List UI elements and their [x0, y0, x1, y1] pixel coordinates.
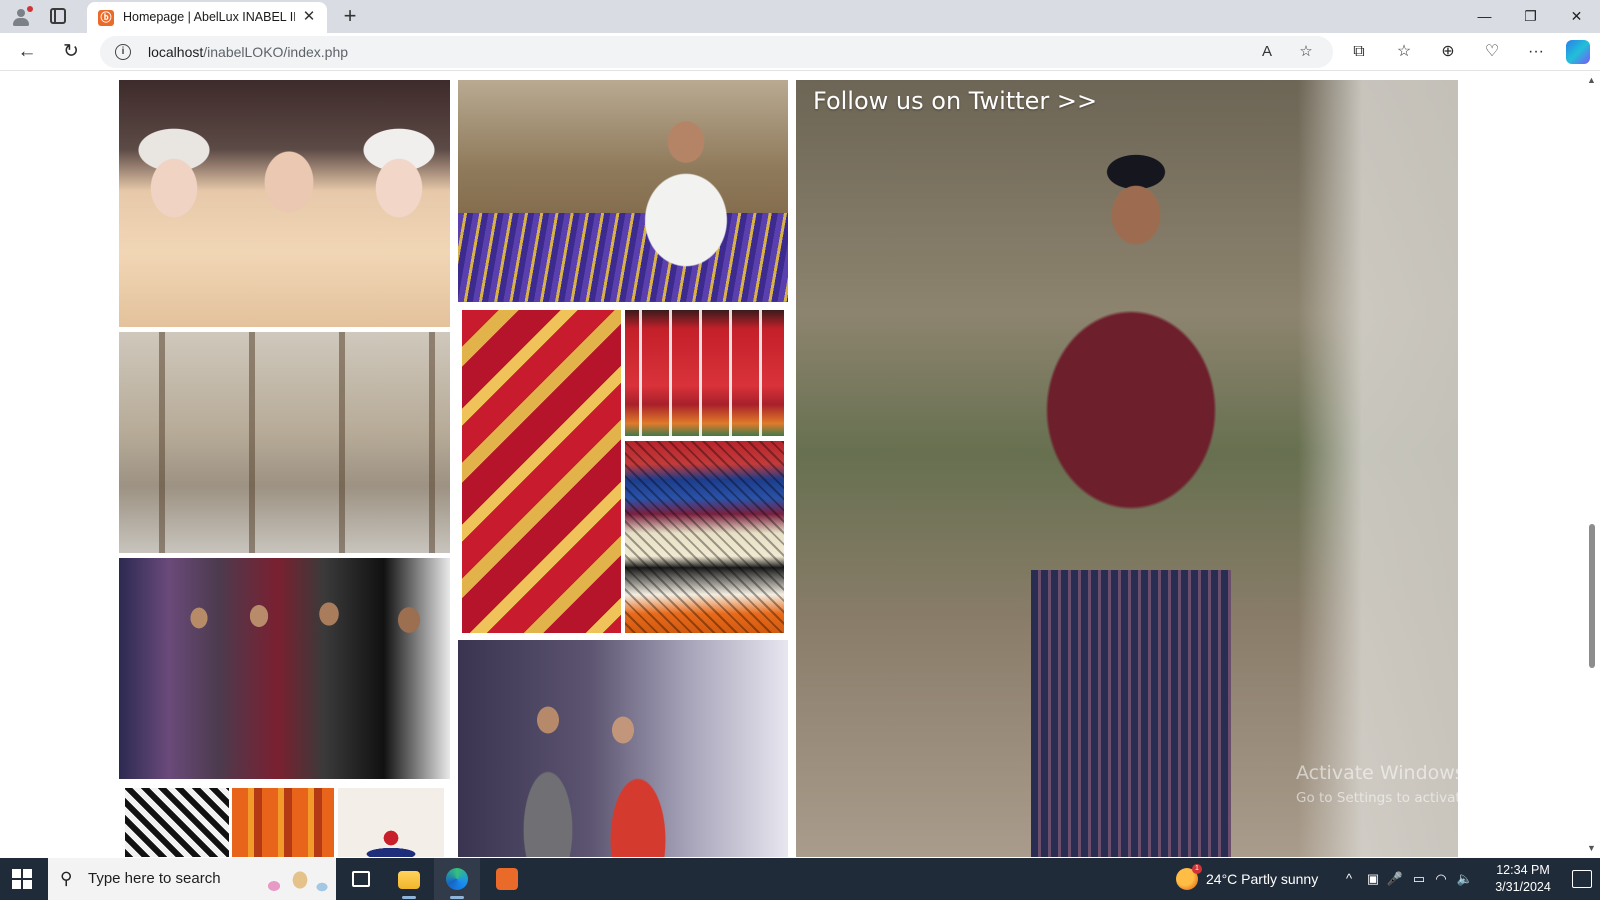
taskbar-clock[interactable]: 12:34 PM 3/31/2024 — [1480, 862, 1566, 896]
profile-icon[interactable] — [10, 6, 33, 28]
site-info-icon[interactable]: i — [115, 44, 131, 60]
favorites-icon[interactable]: ☆ — [1392, 40, 1416, 64]
show-hidden-icons-icon[interactable]: ^ — [1340, 870, 1358, 888]
gallery-photo-pattern-1[interactable] — [125, 788, 229, 857]
battery-icon[interactable]: ▭ — [1410, 870, 1428, 888]
tab-actions-icon[interactable] — [50, 8, 66, 24]
gallery-photo-weaver-elder[interactable] — [458, 80, 788, 302]
copilot-icon[interactable] — [1566, 40, 1590, 64]
browser-tab-strip: ⓑ Homepage | AbelLux INABEL ILO ✕ + — ❐ … — [0, 0, 1600, 33]
notification-center-icon[interactable] — [1572, 870, 1592, 888]
volume-muted-icon[interactable]: 🔈 — [1456, 870, 1474, 888]
scroll-down-icon[interactable]: ▼ — [1587, 843, 1596, 853]
weather-text[interactable]: 24°C Partly sunny — [1206, 871, 1318, 887]
scroll-thumb[interactable] — [1589, 524, 1595, 668]
search-placeholder: Type here to search — [88, 870, 221, 887]
read-aloud-icon[interactable]: A — [1257, 42, 1277, 62]
meet-now-icon[interactable]: ▣ — [1364, 870, 1382, 888]
windows-taskbar: ⚲ Type here to search 1 24°C Partly sunn… — [0, 858, 1600, 900]
gallery-photo-textile-stack[interactable] — [625, 441, 784, 633]
file-explorer-button[interactable] — [386, 858, 432, 900]
restore-button[interactable]: ❐ — [1508, 0, 1553, 33]
settings-more-icon[interactable]: ··· — [1524, 40, 1548, 64]
folder-icon — [398, 871, 420, 889]
weather-badge: 1 — [1192, 864, 1202, 874]
microphone-icon[interactable]: 🎤 — [1386, 870, 1404, 888]
task-view-icon — [352, 871, 370, 887]
url-text[interactable]: localhost/inabelLOKO/index.php — [148, 44, 348, 60]
gallery-photo-textile-figures[interactable] — [625, 310, 784, 436]
browser-essentials-icon[interactable]: ♡ — [1480, 40, 1504, 64]
watermark-subtitle: Go to Settings to activate Windows. — [1296, 790, 1538, 806]
abellux-app-icon — [496, 868, 518, 890]
collections-icon[interactable]: ⊕ — [1436, 40, 1460, 64]
gallery-photo-elders[interactable] — [119, 80, 450, 327]
featured-photo-model[interactable] — [796, 80, 1458, 857]
url-host: localhost — [148, 44, 204, 60]
follow-twitter-link[interactable]: Follow us on Twitter >> — [813, 87, 1097, 115]
page-scrollbar[interactable]: ▲ ▼ — [1584, 72, 1600, 857]
add-favorite-icon[interactable]: ☆ — [1296, 42, 1316, 62]
search-icon: ⚲ — [60, 869, 73, 888]
gallery-photo-runway-couple[interactable] — [458, 640, 788, 857]
split-screen-icon[interactable]: ⧉ — [1347, 40, 1371, 64]
page-content: Follow us on Twitter >> Activate Windows… — [0, 72, 1600, 857]
new-tab-button[interactable]: + — [338, 4, 362, 28]
browser-toolbar: ← ↻ i localhost/inabelLOKO/index.php A ☆… — [0, 33, 1600, 71]
abellux-favicon-icon: ⓑ — [98, 10, 114, 26]
search-highlight-art-icon — [260, 866, 330, 894]
gallery-photo-runway-group[interactable] — [119, 558, 450, 779]
edge-button[interactable] — [434, 858, 480, 900]
tab-title: Homepage | AbelLux INABEL ILO — [123, 10, 295, 24]
edge-icon — [446, 868, 468, 890]
abellux-app-button[interactable] — [484, 858, 530, 900]
tab-close-icon[interactable]: ✕ — [301, 8, 317, 26]
url-path: /inabelLOKO/index.php — [203, 44, 349, 60]
watermark-title: Activate Windows — [1296, 762, 1465, 784]
wifi-icon[interactable]: ◠ — [1432, 870, 1450, 888]
minimize-button[interactable]: — — [1462, 0, 1507, 33]
task-view-button[interactable] — [338, 858, 384, 900]
reload-button[interactable]: ↻ — [58, 39, 84, 65]
clock-time: 12:34 PM — [1496, 863, 1550, 877]
gallery-photo-pattern-2[interactable] — [232, 788, 334, 857]
address-bar[interactable]: i localhost/inabelLOKO/index.php A ☆ — [100, 36, 1333, 68]
gallery-photo-looms[interactable] — [119, 332, 450, 553]
gallery-photo-textile-diamond[interactable] — [462, 310, 621, 633]
scroll-up-icon[interactable]: ▲ — [1587, 75, 1596, 85]
back-button[interactable]: ← — [14, 39, 40, 65]
windows-start-icon[interactable] — [12, 869, 32, 889]
activate-windows-watermark: Activate Windows Go to Settings to activ… — [1296, 762, 1538, 806]
taskbar-search-box[interactable]: ⚲ Type here to search — [48, 858, 336, 900]
tab-homepage[interactable]: ⓑ Homepage | AbelLux INABEL ILO ✕ — [87, 2, 327, 33]
gallery-photo-pattern-3[interactable] — [338, 788, 444, 857]
clock-date: 3/31/2024 — [1495, 880, 1551, 894]
close-window-button[interactable]: ✕ — [1554, 0, 1599, 33]
